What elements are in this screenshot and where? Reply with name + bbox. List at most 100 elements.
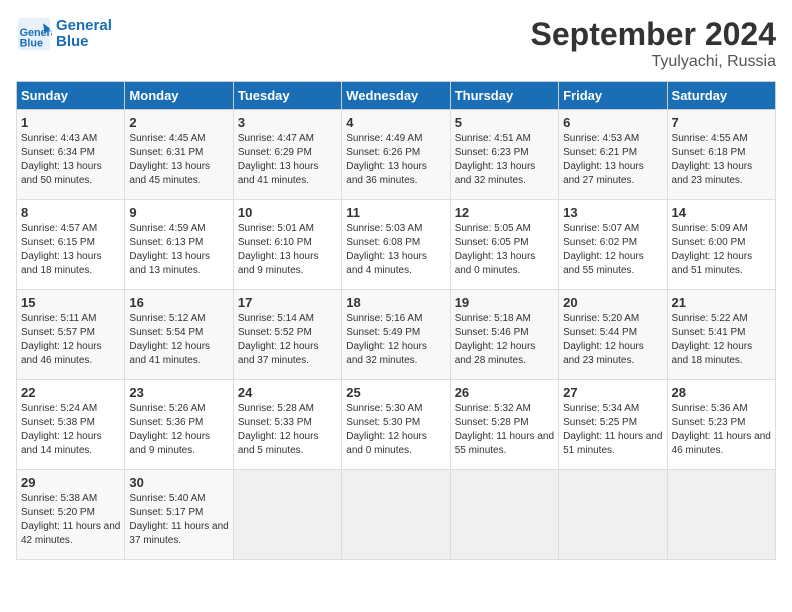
day-number: 24: [238, 385, 337, 400]
calendar-cell: 26 Sunrise: 5:32 AMSunset: 5:28 PMDayligh…: [450, 380, 558, 470]
calendar-cell: 29 Sunrise: 5:38 AMSunset: 5:20 PMDayligh…: [17, 470, 125, 560]
calendar-cell: 9 Sunrise: 4:59 AMSunset: 6:13 PMDaylight…: [125, 200, 233, 290]
calendar-cell: 20 Sunrise: 5:20 AMSunset: 5:44 PMDayligh…: [559, 290, 667, 380]
calendar-cell: 2 Sunrise: 4:45 AMSunset: 6:31 PMDaylight…: [125, 110, 233, 200]
day-number: 9: [129, 205, 228, 220]
day-info: Sunrise: 5:03 AMSunset: 6:08 PMDaylight:…: [346, 222, 445, 278]
calendar-cell: 3 Sunrise: 4:47 AMSunset: 6:29 PMDaylight…: [233, 110, 341, 200]
logo: General Blue GeneralBlue: [16, 16, 112, 52]
calendar-cell: 15 Sunrise: 5:11 AMSunset: 5:57 PMDayligh…: [17, 290, 125, 380]
logo-icon: General Blue: [16, 16, 52, 52]
calendar-cell: 4 Sunrise: 4:49 AMSunset: 6:26 PMDaylight…: [342, 110, 450, 200]
day-number: 13: [563, 205, 662, 220]
day-number: 22: [21, 385, 120, 400]
day-info: Sunrise: 4:43 AMSunset: 6:34 PMDaylight:…: [21, 132, 120, 188]
day-info: Sunrise: 5:26 AMSunset: 5:36 PMDaylight:…: [129, 402, 228, 458]
day-number: 18: [346, 295, 445, 310]
day-header-thursday: Thursday: [450, 82, 558, 110]
day-info: Sunrise: 5:16 AMSunset: 5:49 PMDaylight:…: [346, 312, 445, 368]
day-number: 29: [21, 475, 120, 490]
day-info: Sunrise: 4:49 AMSunset: 6:26 PMDaylight:…: [346, 132, 445, 188]
day-number: 20: [563, 295, 662, 310]
day-number: 26: [455, 385, 554, 400]
day-info: Sunrise: 5:36 AMSunset: 5:23 PMDaylight:…: [672, 402, 771, 458]
day-info: Sunrise: 5:12 AMSunset: 5:54 PMDaylight:…: [129, 312, 228, 368]
calendar-cell: 13 Sunrise: 5:07 AMSunset: 6:02 PMDayligh…: [559, 200, 667, 290]
day-info: Sunrise: 5:22 AMSunset: 5:41 PMDaylight:…: [672, 312, 771, 368]
day-number: 4: [346, 115, 445, 130]
day-number: 3: [238, 115, 337, 130]
day-info: Sunrise: 5:34 AMSunset: 5:25 PMDaylight:…: [563, 402, 662, 458]
day-header-tuesday: Tuesday: [233, 82, 341, 110]
day-header-friday: Friday: [559, 82, 667, 110]
day-info: Sunrise: 5:28 AMSunset: 5:33 PMDaylight:…: [238, 402, 337, 458]
title-block: September 2024 Tyulyachi, Russia: [531, 16, 776, 71]
day-info: Sunrise: 4:51 AMSunset: 6:23 PMDaylight:…: [455, 132, 554, 188]
day-info: Sunrise: 5:38 AMSunset: 5:20 PMDaylight:…: [21, 492, 120, 548]
calendar-cell: 19 Sunrise: 5:18 AMSunset: 5:46 PMDayligh…: [450, 290, 558, 380]
calendar-cell: 23Sunrise: 5:26 AMSunset: 5:36 PMDayligh…: [125, 380, 233, 470]
week-row-3: 15 Sunrise: 5:11 AMSunset: 5:57 PMDayligh…: [17, 290, 776, 380]
day-number: 21: [672, 295, 771, 310]
location-title: Tyulyachi, Russia: [531, 53, 776, 71]
day-number: 28: [672, 385, 771, 400]
day-number: 10: [238, 205, 337, 220]
day-info: Sunrise: 5:07 AMSunset: 6:02 PMDaylight:…: [563, 222, 662, 278]
day-number: 14: [672, 205, 771, 220]
day-number: 7: [672, 115, 771, 130]
day-info: Sunrise: 5:05 AMSunset: 6:05 PMDaylight:…: [455, 222, 554, 278]
calendar-cell: 5Sunrise: 4:51 AMSunset: 6:23 PMDaylight…: [450, 110, 558, 200]
calendar-cell: [559, 470, 667, 560]
day-info: Sunrise: 4:59 AMSunset: 6:13 PMDaylight:…: [129, 222, 228, 278]
calendar-cell: [450, 470, 558, 560]
calendar-cell: 18 Sunrise: 5:16 AMSunset: 5:49 PMDayligh…: [342, 290, 450, 380]
day-number: 11: [346, 205, 445, 220]
calendar-cell: 8 Sunrise: 4:57 AMSunset: 6:15 PMDaylight…: [17, 200, 125, 290]
day-number: 8: [21, 205, 120, 220]
day-number: 15: [21, 295, 120, 310]
day-number: 16: [129, 295, 228, 310]
day-header-monday: Monday: [125, 82, 233, 110]
day-number: 27: [563, 385, 662, 400]
day-info: Sunrise: 5:09 AMSunset: 6:00 PMDaylight:…: [672, 222, 771, 278]
day-info: Sunrise: 4:45 AMSunset: 6:31 PMDaylight:…: [129, 132, 228, 188]
day-info: Sunrise: 4:47 AMSunset: 6:29 PMDaylight:…: [238, 132, 337, 188]
day-info: Sunrise: 5:24 AMSunset: 5:38 PMDaylight:…: [21, 402, 120, 458]
week-row-4: 22 Sunrise: 5:24 AMSunset: 5:38 PMDayligh…: [17, 380, 776, 470]
day-number: 12: [455, 205, 554, 220]
calendar-cell: 11 Sunrise: 5:03 AMSunset: 6:08 PMDayligh…: [342, 200, 450, 290]
day-info: Sunrise: 4:53 AMSunset: 6:21 PMDaylight:…: [563, 132, 662, 188]
logo-text: GeneralBlue: [56, 18, 112, 51]
calendar-cell: 17Sunrise: 5:14 AMSunset: 5:52 PMDayligh…: [233, 290, 341, 380]
calendar-cell: 27 Sunrise: 5:34 AMSunset: 5:25 PMDayligh…: [559, 380, 667, 470]
calendar-cell: 25Sunrise: 5:30 AMSunset: 5:30 PMDayligh…: [342, 380, 450, 470]
svg-text:Blue: Blue: [20, 38, 43, 50]
day-number: 19: [455, 295, 554, 310]
month-title: September 2024: [531, 16, 776, 53]
day-number: 2: [129, 115, 228, 130]
day-info: Sunrise: 5:18 AMSunset: 5:46 PMDaylight:…: [455, 312, 554, 368]
calendar-cell: 6Sunrise: 4:53 AMSunset: 6:21 PMDaylight…: [559, 110, 667, 200]
calendar-cell: 14 Sunrise: 5:09 AMSunset: 6:00 PMDayligh…: [667, 200, 775, 290]
calendar-cell: 10 Sunrise: 5:01 AMSunset: 6:10 PMDayligh…: [233, 200, 341, 290]
day-header-sunday: Sunday: [17, 82, 125, 110]
week-row-5: 29 Sunrise: 5:38 AMSunset: 5:20 PMDayligh…: [17, 470, 776, 560]
calendar-cell: 12 Sunrise: 5:05 AMSunset: 6:05 PMDayligh…: [450, 200, 558, 290]
day-info: Sunrise: 5:30 AMSunset: 5:30 PMDaylight:…: [346, 402, 445, 458]
calendar-cell: [342, 470, 450, 560]
page-header: General Blue GeneralBlue September 2024 …: [16, 16, 776, 71]
calendar-cell: [667, 470, 775, 560]
calendar-table: SundayMondayTuesdayWednesdayThursdayFrid…: [16, 81, 776, 560]
day-info: Sunrise: 5:32 AMSunset: 5:28 PMDaylight:…: [455, 402, 554, 458]
day-info: Sunrise: 4:57 AMSunset: 6:15 PMDaylight:…: [21, 222, 120, 278]
day-info: Sunrise: 5:20 AMSunset: 5:44 PMDaylight:…: [563, 312, 662, 368]
day-header-wednesday: Wednesday: [342, 82, 450, 110]
day-number: 30: [129, 475, 228, 490]
calendar-cell: 1Sunrise: 4:43 AMSunset: 6:34 PMDaylight…: [17, 110, 125, 200]
day-header-saturday: Saturday: [667, 82, 775, 110]
day-info: Sunrise: 4:55 AMSunset: 6:18 PMDaylight:…: [672, 132, 771, 188]
calendar-cell: 16 Sunrise: 5:12 AMSunset: 5:54 PMDayligh…: [125, 290, 233, 380]
header-row: SundayMondayTuesdayWednesdayThursdayFrid…: [17, 82, 776, 110]
day-info: Sunrise: 5:11 AMSunset: 5:57 PMDaylight:…: [21, 312, 120, 368]
day-info: Sunrise: 5:01 AMSunset: 6:10 PMDaylight:…: [238, 222, 337, 278]
